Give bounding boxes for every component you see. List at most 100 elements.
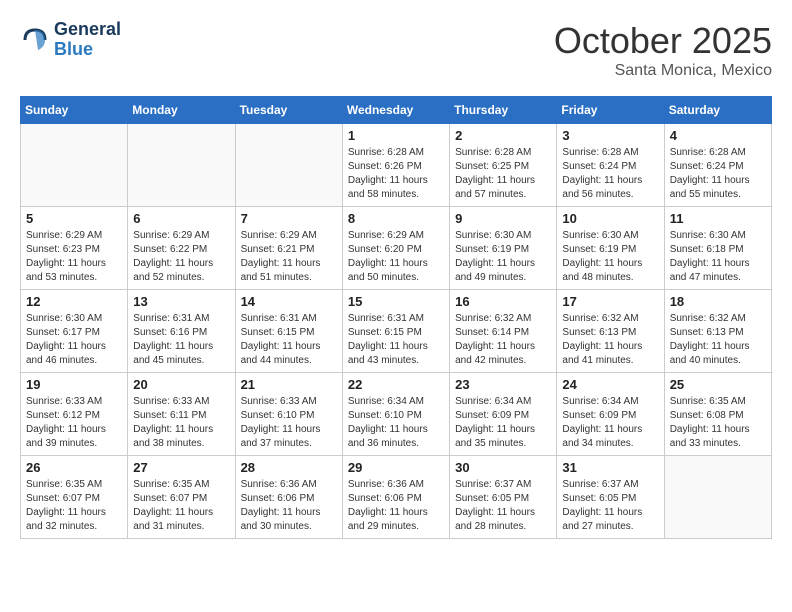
day-info: Sunrise: 6:32 AM Sunset: 6:14 PM Dayligh… [455, 312, 551, 368]
day-info: Sunrise: 6:33 AM Sunset: 6:11 PM Dayligh… [133, 395, 229, 451]
calendar-week-1: 5Sunrise: 6:29 AM Sunset: 6:23 PM Daylig… [21, 207, 772, 290]
day-info: Sunrise: 6:33 AM Sunset: 6:10 PM Dayligh… [241, 395, 337, 451]
day-info: Sunrise: 6:30 AM Sunset: 6:17 PM Dayligh… [26, 312, 122, 368]
day-number: 8 [348, 211, 444, 226]
day-info: Sunrise: 6:36 AM Sunset: 6:06 PM Dayligh… [241, 478, 337, 534]
day-number: 7 [241, 211, 337, 226]
day-number: 6 [133, 211, 229, 226]
calendar-cell: 11 Sunrise: 6:30 AM Sunset: 6:18 PM Dayli… [664, 207, 771, 290]
calendar-cell: 9 Sunrise: 6:30 AM Sunset: 6:19 PM Daylig… [450, 207, 557, 290]
calendar-cell: 23Sunrise: 6:34 AM Sunset: 6:09 PM Dayli… [450, 373, 557, 456]
calendar-week-4: 26 Sunrise: 6:35 AM Sunset: 6:07 PM Dayli… [21, 456, 772, 539]
day-number: 22 [348, 377, 444, 392]
location-subtitle: Santa Monica, Mexico [554, 62, 772, 80]
day-number: 24 [562, 377, 658, 392]
day-info: Sunrise: 6:30 AM Sunset: 6:19 PM Dayligh… [455, 229, 551, 285]
page-header: General Blue October 2025 Santa Monica, … [20, 20, 772, 80]
calendar-cell: 10 Sunrise: 6:30 AM Sunset: 6:19 PM Dayli… [557, 207, 664, 290]
day-info: Sunrise: 6:32 AM Sunset: 6:13 PM Dayligh… [562, 312, 658, 368]
calendar-cell: 27 Sunrise: 6:35 AM Sunset: 6:07 PM Dayli… [128, 456, 235, 539]
day-number: 18 [670, 294, 766, 309]
day-info: Sunrise: 6:32 AM Sunset: 6:13 PM Dayligh… [670, 312, 766, 368]
calendar-cell: 16 Sunrise: 6:32 AM Sunset: 6:14 PM Dayli… [450, 290, 557, 373]
calendar-cell: 8 Sunrise: 6:29 AM Sunset: 6:20 PM Daylig… [342, 207, 449, 290]
day-info: Sunrise: 6:29 AM Sunset: 6:22 PM Dayligh… [133, 229, 229, 285]
logo-general: General [54, 20, 121, 40]
day-number: 29 [348, 460, 444, 475]
calendar-cell: 17 Sunrise: 6:32 AM Sunset: 6:13 PM Dayli… [557, 290, 664, 373]
calendar-week-3: 19 Sunrise: 6:33 AM Sunset: 6:12 PM Dayli… [21, 373, 772, 456]
day-info: Sunrise: 6:28 AM Sunset: 6:26 PM Dayligh… [348, 146, 444, 202]
calendar-cell: 28Sunrise: 6:36 AM Sunset: 6:06 PM Dayli… [235, 456, 342, 539]
day-info: Sunrise: 6:37 AM Sunset: 6:05 PM Dayligh… [562, 478, 658, 534]
day-number: 2 [455, 128, 551, 143]
day-info: Sunrise: 6:35 AM Sunset: 6:08 PM Dayligh… [670, 395, 766, 451]
day-info: Sunrise: 6:34 AM Sunset: 6:10 PM Dayligh… [348, 395, 444, 451]
day-info: Sunrise: 6:30 AM Sunset: 6:19 PM Dayligh… [562, 229, 658, 285]
day-info: Sunrise: 6:29 AM Sunset: 6:21 PM Dayligh… [241, 229, 337, 285]
calendar-cell: 12 Sunrise: 6:30 AM Sunset: 6:17 PM Dayli… [21, 290, 128, 373]
day-info: Sunrise: 6:34 AM Sunset: 6:09 PM Dayligh… [562, 395, 658, 451]
day-info: Sunrise: 6:31 AM Sunset: 6:16 PM Dayligh… [133, 312, 229, 368]
weekday-header-monday: Monday [128, 97, 235, 124]
calendar-cell: 24 Sunrise: 6:34 AM Sunset: 6:09 PM Dayli… [557, 373, 664, 456]
calendar-cell: 30 Sunrise: 6:37 AM Sunset: 6:05 PM Dayli… [450, 456, 557, 539]
day-info: Sunrise: 6:31 AM Sunset: 6:15 PM Dayligh… [348, 312, 444, 368]
day-number: 11 [670, 211, 766, 226]
weekday-header-saturday: Saturday [664, 97, 771, 124]
calendar-cell: 21 Sunrise: 6:33 AM Sunset: 6:10 PM Dayli… [235, 373, 342, 456]
calendar-cell: 22 Sunrise: 6:34 AM Sunset: 6:10 PM Dayli… [342, 373, 449, 456]
day-number: 12 [26, 294, 122, 309]
day-number: 27 [133, 460, 229, 475]
day-info: Sunrise: 6:35 AM Sunset: 6:07 PM Dayligh… [133, 478, 229, 534]
calendar-cell: 4 Sunrise: 6:28 AM Sunset: 6:24 PM Daylig… [664, 124, 771, 207]
day-info: Sunrise: 6:35 AM Sunset: 6:07 PM Dayligh… [26, 478, 122, 534]
day-number: 20 [133, 377, 229, 392]
title-block: October 2025 Santa Monica, Mexico [554, 20, 772, 80]
calendar-cell: 15 Sunrise: 6:31 AM Sunset: 6:15 PM Dayli… [342, 290, 449, 373]
calendar-cell: 31Sunrise: 6:37 AM Sunset: 6:05 PM Dayli… [557, 456, 664, 539]
day-number: 25 [670, 377, 766, 392]
day-number: 14 [241, 294, 337, 309]
calendar-week-2: 12 Sunrise: 6:30 AM Sunset: 6:17 PM Dayli… [21, 290, 772, 373]
day-number: 26 [26, 460, 122, 475]
day-number: 15 [348, 294, 444, 309]
calendar-cell: 26 Sunrise: 6:35 AM Sunset: 6:07 PM Dayli… [21, 456, 128, 539]
weekday-header-tuesday: Tuesday [235, 97, 342, 124]
day-info: Sunrise: 6:33 AM Sunset: 6:12 PM Dayligh… [26, 395, 122, 451]
calendar-cell: 19 Sunrise: 6:33 AM Sunset: 6:12 PM Dayli… [21, 373, 128, 456]
day-info: Sunrise: 6:31 AM Sunset: 6:15 PM Dayligh… [241, 312, 337, 368]
day-number: 30 [455, 460, 551, 475]
day-info: Sunrise: 6:28 AM Sunset: 6:24 PM Dayligh… [670, 146, 766, 202]
calendar-cell: 29Sunrise: 6:36 AM Sunset: 6:06 PM Dayli… [342, 456, 449, 539]
day-number: 9 [455, 211, 551, 226]
day-info: Sunrise: 6:29 AM Sunset: 6:20 PM Dayligh… [348, 229, 444, 285]
calendar-table: SundayMondayTuesdayWednesdayThursdayFrid… [20, 96, 772, 539]
day-info: Sunrise: 6:37 AM Sunset: 6:05 PM Dayligh… [455, 478, 551, 534]
day-number: 21 [241, 377, 337, 392]
calendar-cell: 18 Sunrise: 6:32 AM Sunset: 6:13 PM Dayli… [664, 290, 771, 373]
logo-icon [20, 25, 50, 55]
calendar-cell: 7 Sunrise: 6:29 AM Sunset: 6:21 PM Daylig… [235, 207, 342, 290]
day-number: 1 [348, 128, 444, 143]
day-info: Sunrise: 6:30 AM Sunset: 6:18 PM Dayligh… [670, 229, 766, 285]
calendar-cell: 14 Sunrise: 6:31 AM Sunset: 6:15 PM Dayli… [235, 290, 342, 373]
day-info: Sunrise: 6:34 AM Sunset: 6:09 PM Dayligh… [455, 395, 551, 451]
weekday-header-sunday: Sunday [21, 97, 128, 124]
calendar-cell: 2 Sunrise: 6:28 AM Sunset: 6:25 PM Daylig… [450, 124, 557, 207]
day-number: 5 [26, 211, 122, 226]
day-number: 4 [670, 128, 766, 143]
day-number: 17 [562, 294, 658, 309]
calendar-cell: 25 Sunrise: 6:35 AM Sunset: 6:08 PM Dayli… [664, 373, 771, 456]
weekday-header-row: SundayMondayTuesdayWednesdayThursdayFrid… [21, 97, 772, 124]
day-number: 10 [562, 211, 658, 226]
logo-blue: Blue [54, 40, 121, 60]
calendar-cell: 13Sunrise: 6:31 AM Sunset: 6:16 PM Dayli… [128, 290, 235, 373]
day-number: 19 [26, 377, 122, 392]
calendar-cell: 1 Sunrise: 6:28 AM Sunset: 6:26 PM Daylig… [342, 124, 449, 207]
calendar-cell [128, 124, 235, 207]
day-info: Sunrise: 6:28 AM Sunset: 6:25 PM Dayligh… [455, 146, 551, 202]
calendar-cell: 20 Sunrise: 6:33 AM Sunset: 6:11 PM Dayli… [128, 373, 235, 456]
day-number: 16 [455, 294, 551, 309]
calendar-cell: 3Sunrise: 6:28 AM Sunset: 6:24 PM Daylig… [557, 124, 664, 207]
